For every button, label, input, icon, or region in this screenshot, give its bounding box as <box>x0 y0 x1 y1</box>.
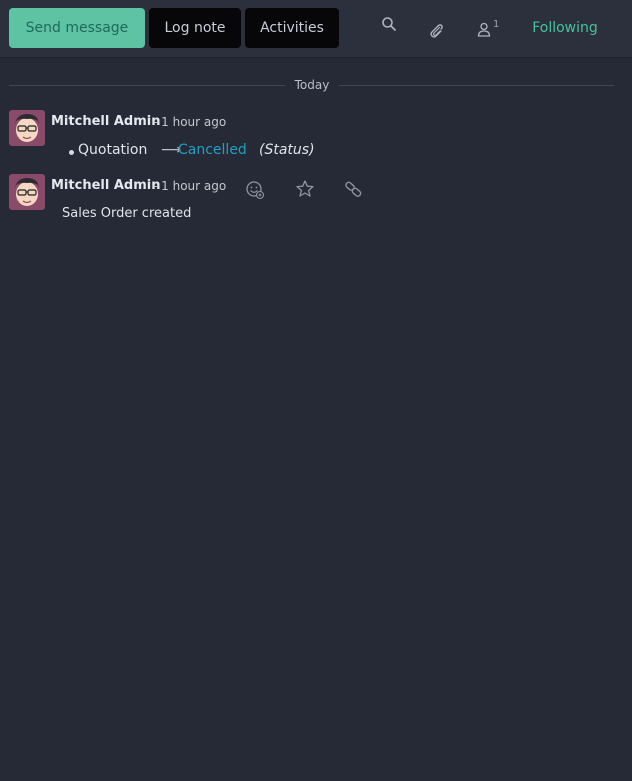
message-tracking: Mitchell Admin - 1 hour ago Quotation ⟶ … <box>9 110 614 170</box>
link-icon <box>345 181 362 197</box>
message-note: Mitchell Admin - 1 hour ago Sales Order … <box>9 174 614 234</box>
message-date: - 1 hour ago <box>153 115 227 129</box>
date-separator: Today <box>9 74 614 98</box>
send-message-button[interactable]: Send message <box>9 8 145 48</box>
tracking-old-value: Quotation <box>78 142 148 158</box>
user-avatar-icon <box>9 110 45 146</box>
star-icon <box>296 180 314 197</box>
following-button[interactable]: Following <box>520 8 610 48</box>
list-bullet <box>69 150 74 155</box>
smile-plus-icon <box>246 181 265 200</box>
message-body: Sales Order created <box>62 206 192 221</box>
activities-button[interactable]: Activities <box>245 8 339 48</box>
message-author[interactable]: Mitchell Admin <box>51 114 160 129</box>
separator-line-right <box>339 85 614 86</box>
search-icon <box>382 17 396 31</box>
add-reaction-button[interactable] <box>243 178 267 202</box>
log-note-button[interactable]: Log note <box>149 8 241 48</box>
search-button[interactable] <box>375 6 405 42</box>
link-button[interactable] <box>342 178 366 202</box>
paperclip-icon <box>430 24 443 38</box>
star-button[interactable] <box>293 178 317 202</box>
user-icon <box>477 22 491 37</box>
separator-line-left <box>9 85 285 86</box>
followers-button[interactable]: 1 <box>472 10 506 46</box>
date-separator-label: Today <box>294 78 330 92</box>
user-avatar-icon <box>9 174 45 210</box>
attachments-button[interactable] <box>421 12 451 48</box>
message-date: - 1 hour ago <box>153 179 227 193</box>
tracking-new-value: Cancelled <box>178 142 247 158</box>
tracking-field-name: (Status) <box>259 142 315 158</box>
followers-count: 1 <box>493 19 500 30</box>
chatter-topbar: Send message Log note Activities 1 Follo… <box>0 0 632 58</box>
avatar[interactable] <box>9 174 45 210</box>
avatar[interactable] <box>9 110 45 146</box>
message-author[interactable]: Mitchell Admin <box>51 178 160 193</box>
